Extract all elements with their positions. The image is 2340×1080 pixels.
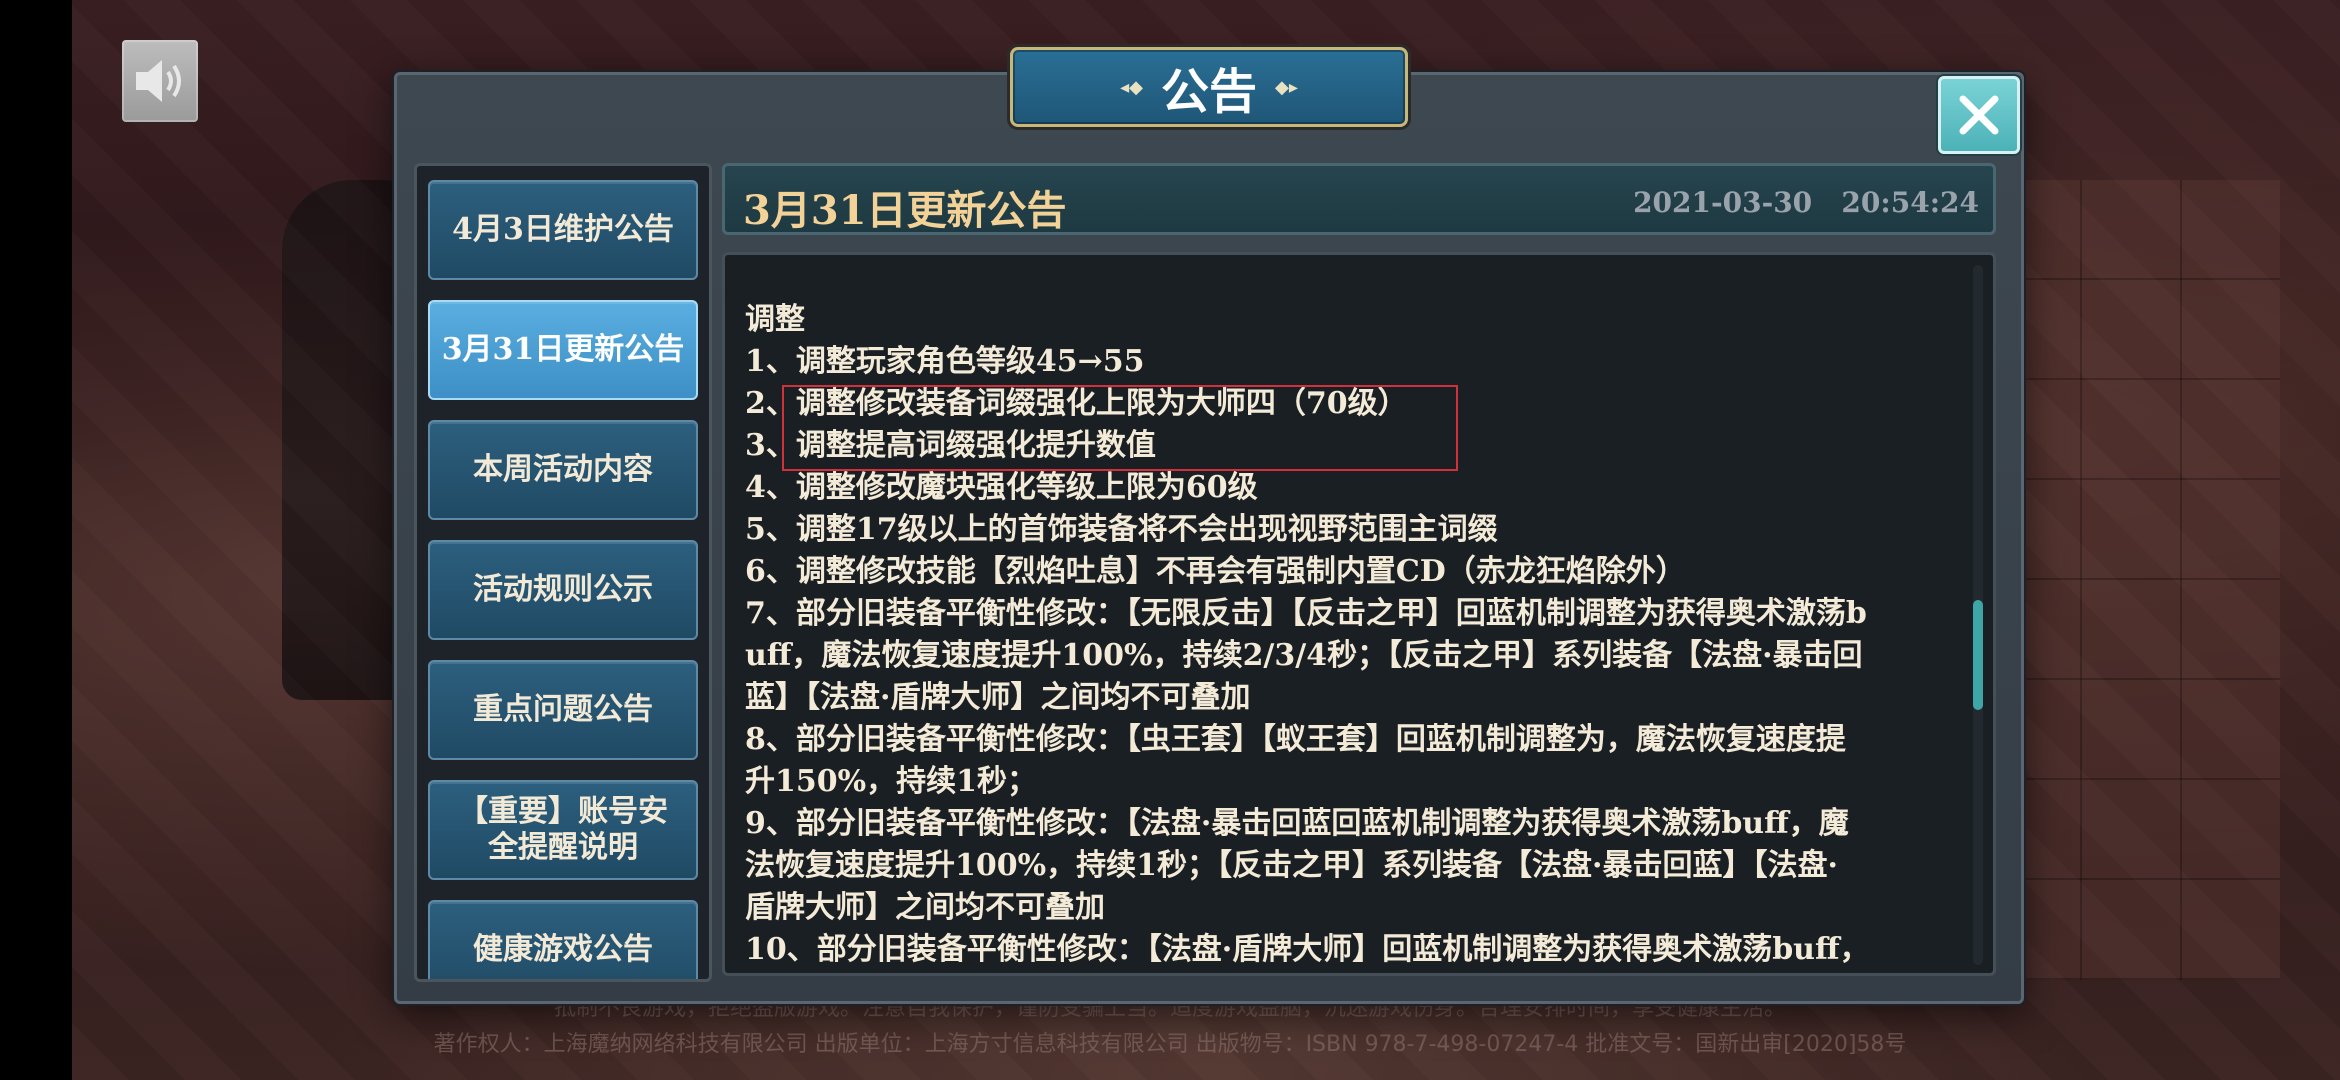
- body-line: 4、调整修改魔块强化等级上限为60级: [745, 470, 1258, 505]
- tab-label: 【重要】账号安全提醒说明: [458, 794, 668, 865]
- title-ornament-left: ◂◆: [1120, 76, 1143, 98]
- announcement-date: 2021-03-30: [1633, 186, 1813, 219]
- body-line: 盾牌大师】之间均不可叠加: [745, 890, 1105, 925]
- scrollbar-thumb[interactable]: [1973, 600, 1983, 710]
- body-line: 2、调整修改装备词缀强化上限为大师四（70级）: [745, 386, 1408, 421]
- tab-label: 3月31日更新公告: [441, 332, 685, 367]
- body-line: 6、调整修改技能【烈焰吐息】不再会有强制内置CD（赤龙狂焰除外）: [745, 554, 1686, 589]
- announcement-text: 调整 1、调整玩家角色等级45→55 2、调整修改装备词缀强化上限为大师四（70…: [745, 299, 1945, 971]
- body-line: 7、部分旧装备平衡性修改：【无限反击】【反击之甲】回蓝机制调整为获得奥术激荡b: [745, 596, 1867, 631]
- dialog-title: 公告: [1160, 64, 1257, 120]
- tab-label: 活动规则公示: [473, 572, 653, 607]
- body-line: 调整: [745, 302, 805, 337]
- body-line: 9、部分旧装备平衡性修改：【法盘·暴击回蓝回蓝机制调整为获得奥术激荡buff，魔: [745, 806, 1849, 841]
- title-ornament-right: ◆▸: [1275, 76, 1298, 98]
- tab-account-security[interactable]: 【重要】账号安全提醒说明: [428, 780, 698, 880]
- body-line: uff，魔法恢复速度提升100%，持续2/3/4秒；【反击之甲】系列装备【法盘·…: [745, 638, 1863, 673]
- tab-event-rules[interactable]: 活动规则公示: [428, 540, 698, 640]
- body-line: 3、调整提高词缀强化提升数值: [745, 428, 1156, 463]
- body-line: 1、调整玩家角色等级45→55: [745, 344, 1145, 379]
- announcement-title: 3月31日更新公告: [743, 187, 1067, 234]
- body-line: 升150%，持续1秒；: [745, 764, 1038, 799]
- stone-floor: [1980, 180, 2280, 980]
- tab-label: 重点问题公告: [473, 692, 653, 727]
- copyright-notice: 著作权人：上海魔纳网络科技有限公司 出版单位：上海方寸信息科技有限公司 出版物号…: [433, 1032, 1907, 1057]
- announcement-header: 3月31日更新公告 2021-03-30 20:54:24: [722, 163, 1996, 235]
- tab-label: 4月3日维护公告: [452, 212, 674, 247]
- tab-label: 健康游戏公告: [473, 932, 653, 967]
- announcement-sidebar[interactable]: 4月3日维护公告 3月31日更新公告 本周活动内容 活动规则公示 重点问题公告 …: [414, 163, 712, 982]
- speaker-icon: [136, 60, 181, 102]
- announcement-body[interactable]: 调整 1、调整玩家角色等级45→55 2、调整修改装备词缀强化上限为大师四（70…: [722, 252, 1996, 976]
- body-line: 5、调整17级以上的首饰装备将不会出现视野范围主词缀: [745, 512, 1498, 547]
- body-line: 法恢复速度提升100%，持续1秒；【反击之甲】系列装备【法盘·暴击回蓝】【法盘·: [745, 848, 1838, 883]
- body-line: 8、部分旧装备平衡性修改：【虫王套】【蚁王套】回蓝机制调整为，魔法恢复速度提: [745, 722, 1846, 757]
- announcement-time: 20:54:24: [1841, 186, 1979, 219]
- close-icon: [1959, 95, 1999, 135]
- dialog-title-plate: ◂◆ 公告 ◆▸: [1010, 47, 1408, 127]
- tab-key-issues[interactable]: 重点问题公告: [428, 660, 698, 760]
- tab-label: 本周活动内容: [473, 452, 653, 487]
- body-line: 蓝】【法盘·盾牌大师】之间均不可叠加: [745, 680, 1251, 715]
- tab-weekly-events[interactable]: 本周活动内容: [428, 420, 698, 520]
- tab-update-0331[interactable]: 3月31日更新公告: [428, 300, 698, 400]
- close-button[interactable]: [1938, 76, 2020, 154]
- tab-maintenance-0403[interactable]: 4月3日维护公告: [428, 180, 698, 280]
- sound-toggle-button[interactable]: [122, 40, 198, 122]
- tab-healthy-gaming[interactable]: 健康游戏公告: [428, 900, 698, 979]
- announcement-timestamp: 2021-03-30 20:54:24: [1633, 186, 1979, 219]
- body-line: 10、部分旧装备平衡性修改：【法盘·盾牌大师】回蓝机制调整为获得奥术激荡buff…: [745, 932, 1870, 967]
